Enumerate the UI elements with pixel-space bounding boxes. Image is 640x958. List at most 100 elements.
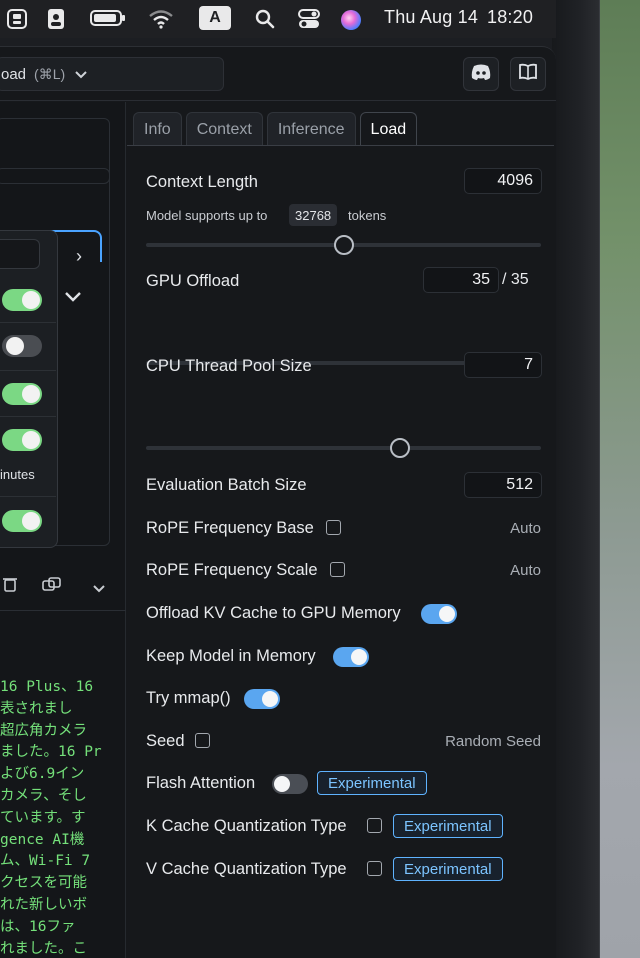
rope-freq-base-checkbox[interactable] [326,520,341,535]
model-selector-label: oad [1,65,27,83]
chat-text-line: ム、Wi-Fi 7 [0,853,91,870]
eval-batch-size-input[interactable]: 512 [464,472,542,498]
gpu-offload-input[interactable]: 35 [423,267,499,293]
tab-load[interactable]: Load [359,112,418,146]
minutes-label: inutes [0,467,35,482]
search-icon[interactable] [254,8,276,30]
rope-freq-scale-checkbox[interactable] [330,562,345,577]
left-toggle-row [0,277,56,323]
k-cache-experimental-badge: Experimental [393,814,503,838]
chat-text-line: クセスを可能 [0,875,87,892]
input-source-label: A [209,9,221,26]
flash-attention-label: Flash Attention [146,774,256,792]
left-toggle[interactable] [2,335,42,357]
contact-card-icon[interactable] [46,8,66,30]
model-selector[interactable]: oad (⌘L) [0,57,224,91]
keep-in-memory-toggle[interactable] [333,647,369,667]
menu-bar: A Thu Aug 14 18:20 [0,0,556,38]
context-length-slider-thumb[interactable] [333,235,354,255]
context-length-label: Context Length [146,173,258,191]
menubar-date[interactable]: Thu Aug 14 [384,7,478,28]
left-toggle-row: inutes [0,417,56,497]
left-toggle[interactable] [2,383,42,405]
duplicate-icon[interactable] [42,576,62,597]
chevron-down-icon [75,66,87,83]
cpu-thread-pool-slider-thumb[interactable] [389,438,410,458]
offload-kv-toggle[interactable] [421,604,457,624]
settings-panel: Info Context Inference Load Context Leng… [127,102,554,958]
rope-freq-base-label: RoPE Frequency Base [146,519,314,537]
chat-text-line: れた新しいボ [0,896,87,913]
seed-checkbox[interactable] [195,733,210,748]
tab-bar: Info Context Inference Load [133,112,418,146]
chat-text-line: ています。す [0,809,86,826]
chat-text: 16 Plus、16 表されまし 超広角カメラ ました。16 Pr よび6.9イン カメラ… [0,677,126,958]
discord-icon [470,63,492,86]
offload-kv-label: Offload KV Cache to GPU Memory [146,604,401,622]
keep-in-memory-label: Keep Model in Memory [146,647,316,665]
screen-bezel [552,0,600,958]
apps-icon[interactable] [6,8,28,30]
seed-label: Seed [146,732,185,750]
chat-text-line: は、16ファ [0,918,76,935]
tab-underline [127,145,554,146]
menubar-time[interactable]: 18:20 [487,7,533,28]
battery-icon[interactable] [90,8,126,28]
toolbar: oad (⌘L) [0,47,556,101]
discord-button[interactable] [463,57,499,91]
v-cache-quant-label: V Cache Quantization Type [146,860,347,878]
model-selector-shortcut: (⌘L) [34,65,66,82]
gpu-offload-max: / 35 [502,271,529,288]
cpu-thread-pool-slider-track[interactable] [146,446,541,450]
k-cache-quant-checkbox[interactable] [367,818,382,833]
app-window: oad (⌘L) › inutes 16 Plus、16 表されまし 超広角カメ… [0,46,556,958]
left-toggle-row [0,323,56,371]
cpu-thread-pool-input[interactable]: 7 [464,352,542,378]
chat-text-line: gence AI機 [0,831,85,848]
trash-icon[interactable] [2,576,18,597]
chevron-down-icon[interactable] [92,580,106,598]
model-supports-value: 32768 [289,204,338,226]
chevron-right-icon[interactable]: › [76,246,82,267]
chat-text-line: 表されまし [0,700,73,717]
rope-freq-scale-label: RoPE Frequency Scale [146,561,318,579]
docs-button[interactable] [510,57,546,91]
model-supports-suffix: tokens [348,208,387,223]
left-toggle[interactable] [2,510,42,532]
gpu-offload-label: GPU Offload [146,272,240,290]
input-source-icon[interactable]: A [199,6,231,30]
siri-icon[interactable] [339,8,363,32]
tab-context[interactable]: Context [185,112,263,146]
divider [0,610,126,611]
tab-inference[interactable]: Inference [266,112,356,146]
flash-attention-toggle[interactable] [272,774,308,794]
control-center-icon[interactable] [297,8,321,30]
seed-value: Random Seed [445,733,541,750]
left-toggle-row [0,371,56,417]
eval-batch-size-label: Evaluation Batch Size [146,476,307,494]
flash-attention-experimental-badge: Experimental [317,771,427,795]
book-icon [518,63,538,86]
left-mini-input[interactable] [0,239,40,269]
wifi-icon[interactable] [148,8,174,30]
chat-text-line: よび6.9イン [0,766,85,783]
left-toggle-row [0,497,56,547]
cpu-thread-pool-label: CPU Thread Pool Size [146,357,312,375]
left-toggle[interactable] [2,429,42,451]
try-mmap-toggle[interactable] [244,689,280,709]
rope-freq-scale-value: Auto [510,562,541,579]
context-length-input[interactable]: 4096 [464,168,542,194]
v-cache-experimental-badge: Experimental [393,857,503,881]
chevron-down-icon[interactable] [64,290,82,308]
chat-text-line: 16 Plus、16 [0,679,94,695]
chat-text-line: 超広角カメラ [0,722,87,739]
left-toggle-card: inutes [0,230,58,548]
left-toggle[interactable] [2,289,42,311]
tab-info[interactable]: Info [133,112,182,146]
chat-text-line: カメラ、そし [0,787,87,804]
k-cache-quant-label: K Cache Quantization Type [146,817,347,835]
v-cache-quant-checkbox[interactable] [367,861,382,876]
rope-freq-base-value: Auto [510,520,541,537]
model-supports-prefix: Model supports up to [146,208,268,223]
chat-text-line: れました。こ [0,940,87,957]
